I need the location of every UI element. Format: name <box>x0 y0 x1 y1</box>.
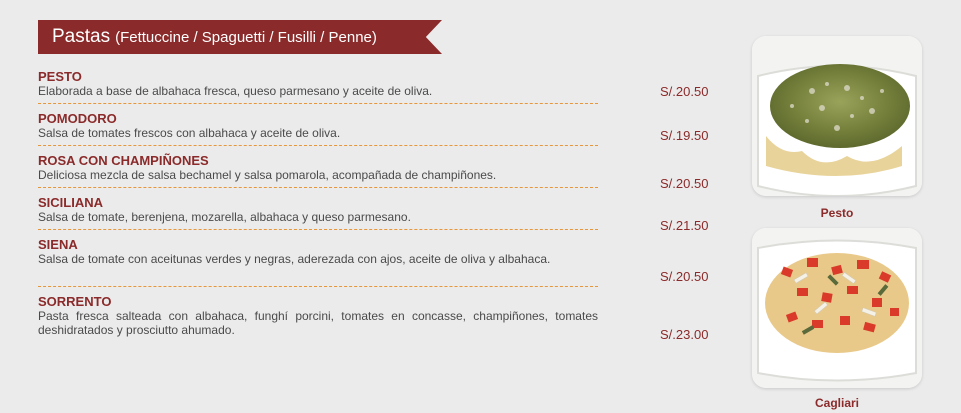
section-title: Pastas <box>52 26 111 47</box>
section-subtitle: (Fettuccine / Spaguetti / Fusilli / Penn… <box>115 28 377 46</box>
menu-item-sorrento: SORRENTO Pasta fresca salteada con albah… <box>38 295 598 343</box>
item-price: S/.20.50 <box>660 176 709 191</box>
menu-list: PESTO Elaborada a base de albahaca fresc… <box>38 70 598 343</box>
menu-item-siena: SIENA Salsa de tomate con aceitunas verd… <box>38 238 598 287</box>
item-description: Salsa de tomates frescos con albahaca y … <box>38 126 341 140</box>
cagliari-pasta-photo <box>752 228 922 388</box>
photo-caption-cagliari: Cagliari <box>814 396 859 410</box>
item-price: S/.19.50 <box>660 128 709 143</box>
item-name: SIENA <box>38 237 78 252</box>
item-name: POMODORO <box>38 111 117 126</box>
item-description: Salsa de tomate, berenjena, mozarella, a… <box>38 210 411 224</box>
section-banner: Pastas (Fettuccine / Spaguetti / Fusilli… <box>38 20 442 54</box>
item-description: Salsa de tomate con aceitunas verdes y n… <box>38 252 551 266</box>
menu-item-pesto: PESTO Elaborada a base de albahaca fresc… <box>38 70 598 104</box>
menu-item-rosa-con-champinones: ROSA CON CHAMPIÑONES Deliciosa mezcla de… <box>38 154 598 188</box>
cagliari-plate-illustration <box>752 228 922 388</box>
photo-caption-pesto: Pesto <box>820 206 854 220</box>
item-name: SICILIANA <box>38 195 103 210</box>
item-description: Pasta fresca salteada con albahaca, fung… <box>38 309 598 337</box>
item-price: S/.23.00 <box>660 327 709 342</box>
item-price: S/.20.50 <box>660 84 709 99</box>
item-description: Deliciosa mezcla de salsa bechamel y sal… <box>38 168 497 182</box>
menu-item-siciliana: SICILIANA Salsa de tomate, berenjena, mo… <box>38 196 598 230</box>
item-name: SORRENTO <box>38 294 112 309</box>
item-price: S/.21.50 <box>660 218 709 233</box>
item-price: S/.20.50 <box>660 269 709 284</box>
item-name: ROSA CON CHAMPIÑONES <box>38 153 209 168</box>
menu-item-pomodoro: POMODORO Salsa de tomates frescos con al… <box>38 112 598 146</box>
item-description: Elaborada a base de albahaca fresca, que… <box>38 84 433 98</box>
pesto-plate-illustration <box>752 36 922 196</box>
pesto-pasta-photo <box>752 36 922 196</box>
item-name: PESTO <box>38 69 82 84</box>
